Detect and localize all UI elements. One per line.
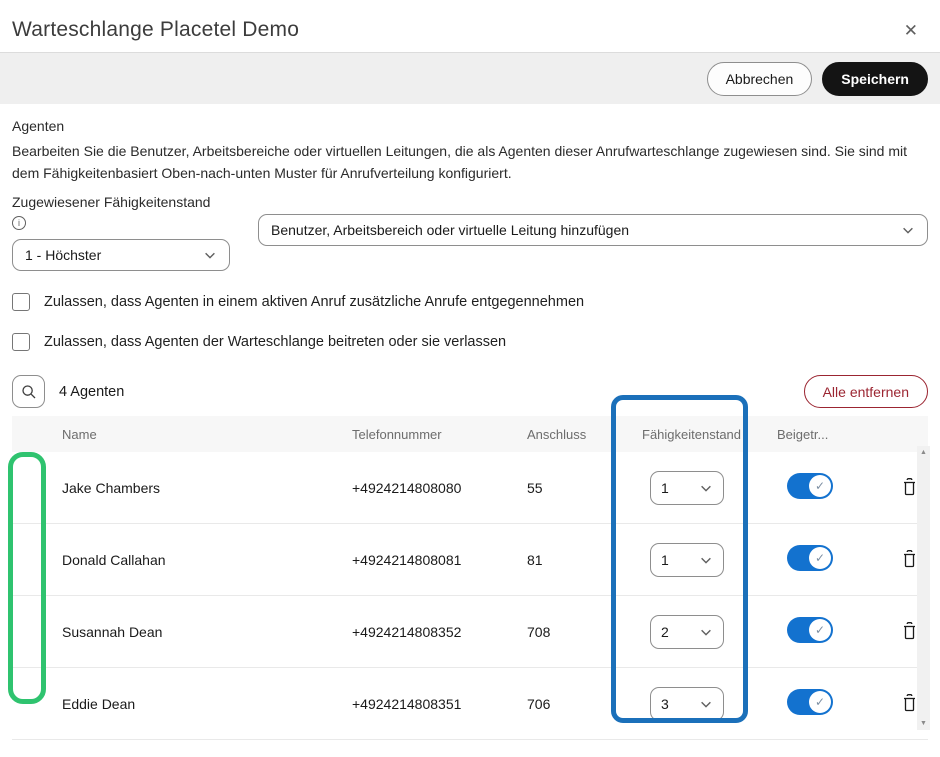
checkbox-row-additional-calls: Zulassen, dass Agenten in einem aktiven … — [12, 293, 928, 311]
info-icon[interactable]: i — [12, 216, 26, 230]
row-skill-value: 1 — [661, 480, 669, 496]
chevron-down-icon — [901, 223, 915, 237]
joined-toggle[interactable]: ✓ — [787, 545, 833, 571]
toggle-check-icon: ✓ — [809, 475, 831, 497]
skill-level-dropdown[interactable]: 1 - Höchster — [12, 239, 230, 271]
modal-header: Warteschlange Placetel Demo ✕ — [0, 0, 940, 53]
search-button[interactable] — [12, 375, 45, 408]
agent-extension: 81 — [527, 552, 642, 568]
row-skill-dropdown[interactable]: 3 — [650, 687, 724, 721]
chevron-down-icon — [203, 248, 217, 262]
row-skill-dropdown[interactable]: 2 — [650, 615, 724, 649]
call-queue-modal: Warteschlange Placetel Demo ✕ Abbrechen … — [0, 0, 940, 757]
table-body: Jake Chambers +4924214808080 55 1 ✓ Dona… — [12, 452, 928, 740]
remove-all-button[interactable]: Alle entfernen — [804, 375, 928, 408]
joined-toggle[interactable]: ✓ — [787, 473, 833, 499]
row-skill-value: 3 — [661, 696, 669, 712]
toggle-check-icon: ✓ — [809, 691, 831, 713]
toggle-check-icon: ✓ — [809, 619, 831, 641]
table-scrollbar[interactable]: ▲ ▼ — [917, 446, 930, 730]
agent-name: Donald Callahan — [62, 552, 352, 568]
agent-count: 4 Agenten — [59, 384, 124, 400]
additional-calls-checkbox[interactable] — [12, 293, 30, 311]
add-agent-dropdown[interactable]: Benutzer, Arbeitsbereich oder virtuelle … — [258, 214, 928, 246]
skill-level-column: Zugewiesener Fähigkeitenstand i 1 - Höch… — [12, 194, 242, 271]
skill-level-label: Zugewiesener Fähigkeitenstand — [12, 194, 242, 210]
chevron-down-icon — [699, 697, 713, 711]
joined-toggle[interactable]: ✓ — [787, 689, 833, 715]
table-row: Donald Callahan +4924214808081 81 1 ✓ — [12, 524, 928, 596]
agent-name: Eddie Dean — [62, 696, 352, 712]
checkbox-row-join-leave: Zulassen, dass Agenten der Warteschlange… — [12, 333, 928, 351]
agent-phone: +4924214808352 — [352, 624, 527, 640]
table-row: Susannah Dean +4924214808352 708 2 ✓ — [12, 596, 928, 668]
joined-toggle[interactable]: ✓ — [787, 617, 833, 643]
table-header: Name Telefonnummer Anschluss Fähigkeiten… — [12, 416, 928, 452]
agent-extension: 706 — [527, 696, 642, 712]
agent-phone: +4924214808080 — [352, 480, 527, 496]
chevron-down-icon — [699, 625, 713, 639]
add-agent-column: Benutzer, Arbeitsbereich oder virtuelle … — [258, 214, 928, 246]
close-icon[interactable]: ✕ — [894, 20, 928, 41]
agent-phone: +4924214808081 — [352, 552, 527, 568]
row-skill-value: 1 — [661, 552, 669, 568]
table-row: Eddie Dean +4924214808351 706 3 ✓ — [12, 668, 928, 740]
trash-icon — [901, 621, 918, 640]
cancel-button[interactable]: Abbrechen — [707, 62, 813, 96]
agents-heading: Agenten — [12, 118, 928, 134]
scroll-up-icon[interactable]: ▲ — [920, 449, 927, 456]
delete-agent-button[interactable] — [901, 693, 918, 715]
delete-agent-button[interactable] — [901, 477, 918, 499]
scroll-down-icon[interactable]: ▼ — [920, 720, 927, 727]
column-header-name: Name — [62, 427, 352, 442]
toggle-check-icon: ✓ — [809, 547, 831, 569]
column-header-extension: Anschluss — [527, 427, 642, 442]
delete-agent-button[interactable] — [901, 621, 918, 643]
modal-content: Agenten Bearbeiten Sie die Benutzer, Arb… — [0, 104, 940, 740]
additional-calls-label: Zulassen, dass Agenten in einem aktiven … — [44, 294, 584, 310]
delete-agent-button[interactable] — [901, 549, 918, 571]
agent-name: Jake Chambers — [62, 480, 352, 496]
row-skill-dropdown[interactable]: 1 — [650, 543, 724, 577]
table-row: Jake Chambers +4924214808080 55 1 ✓ — [12, 452, 928, 524]
agent-extension: 55 — [527, 480, 642, 496]
add-agent-dropdown-value: Benutzer, Arbeitsbereich oder virtuelle … — [271, 222, 629, 238]
skill-level-dropdown-value: 1 - Höchster — [25, 247, 101, 263]
save-button[interactable]: Speichern — [822, 62, 928, 96]
agent-phone: +4924214808351 — [352, 696, 527, 712]
join-leave-label: Zulassen, dass Agenten der Warteschlange… — [44, 334, 506, 350]
page-title: Warteschlange Placetel Demo — [12, 18, 299, 42]
agent-name: Susannah Dean — [62, 624, 352, 640]
search-icon — [21, 384, 37, 400]
column-header-skill: Fähigkeitenstand — [642, 427, 777, 442]
agents-description: Bearbeiten Sie die Benutzer, Arbeitsbere… — [12, 140, 928, 184]
selects-row: Zugewiesener Fähigkeitenstand i 1 - Höch… — [12, 194, 928, 271]
agent-list-toolbar: 4 Agenten Alle entfernen — [12, 375, 928, 408]
row-skill-dropdown[interactable]: 1 — [650, 471, 724, 505]
join-leave-checkbox[interactable] — [12, 333, 30, 351]
trash-icon — [901, 549, 918, 568]
agent-extension: 708 — [527, 624, 642, 640]
chevron-down-icon — [699, 481, 713, 495]
row-skill-value: 2 — [661, 624, 669, 640]
trash-icon — [901, 693, 918, 712]
column-header-joined: Beigetr... — [777, 427, 887, 442]
agent-table: Name Telefonnummer Anschluss Fähigkeiten… — [12, 416, 928, 740]
trash-icon — [901, 477, 918, 496]
column-header-phone: Telefonnummer — [352, 427, 527, 442]
action-toolbar: Abbrechen Speichern — [0, 53, 940, 104]
chevron-down-icon — [699, 553, 713, 567]
